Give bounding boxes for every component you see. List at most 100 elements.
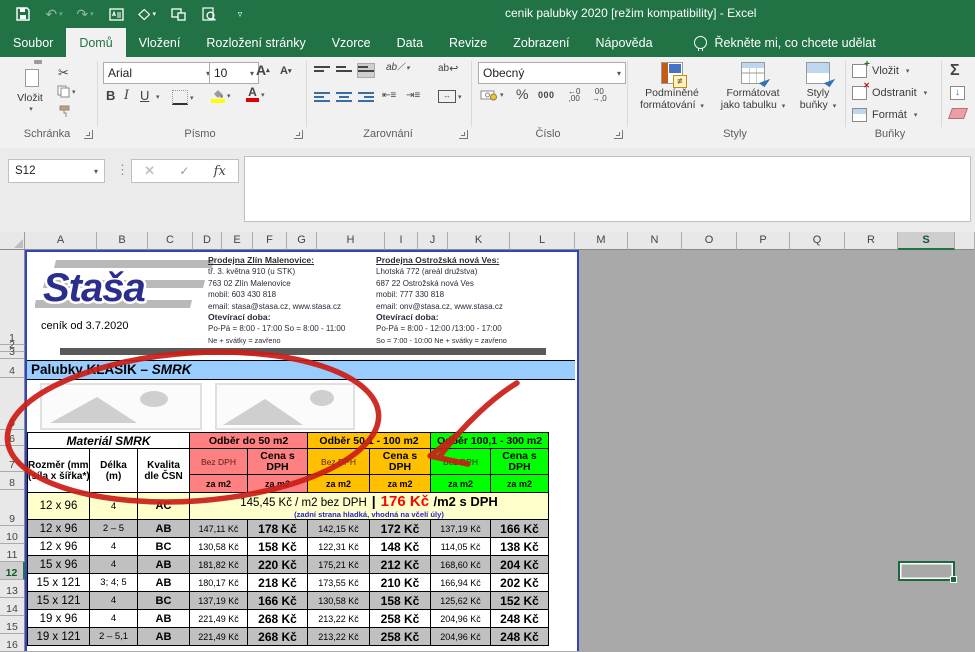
size-column-header[interactable]: Rozměr (mm)(síla x šířka*) <box>28 449 90 493</box>
cell[interactable]: 15 x 96 <box>28 556 90 574</box>
tab-vložení[interactable]: Vložení <box>126 28 194 57</box>
increase-decimal-icon[interactable]: ←0,00 <box>568 88 580 102</box>
cell[interactable]: 2 – 5,1 <box>90 628 138 646</box>
underline-button[interactable]: U <box>140 88 149 103</box>
cell[interactable]: 152 Kč <box>491 592 549 610</box>
cena-s-dph-header[interactable]: Cena sDPH <box>370 449 431 475</box>
align-bottom-icon[interactable] <box>358 64 374 77</box>
increase-indent-icon[interactable]: ⇥≡ <box>406 90 420 101</box>
row-header-8[interactable]: 8 <box>0 472 25 490</box>
row-header-5[interactable]: 5 <box>0 378 25 430</box>
cell[interactable]: 221,49 Kč <box>190 628 248 646</box>
formula-input[interactable] <box>244 156 971 222</box>
column-header-Q[interactable]: Q <box>790 232 845 250</box>
fill-color-icon[interactable]: ▾ <box>210 88 231 103</box>
cell[interactable]: 158 Kč <box>370 592 431 610</box>
za-m2-header[interactable]: za m2 <box>370 475 431 493</box>
cell[interactable]: 4 <box>90 556 138 574</box>
cell[interactable]: AB <box>138 556 190 574</box>
tab-data[interactable]: Data <box>384 28 436 57</box>
decrease-decimal-icon[interactable]: 00→,0 <box>592 88 607 102</box>
column-header-M[interactable]: M <box>575 232 628 250</box>
name-box[interactable]: S12 ▾ <box>8 159 105 183</box>
decrease-font-icon[interactable]: A▾ <box>280 65 291 77</box>
enter-icon[interactable]: ✓ <box>179 164 189 178</box>
cena-s-dph-header[interactable]: Cena sDPH <box>248 449 308 475</box>
column-header-P[interactable]: P <box>737 232 790 250</box>
merge-center-icon[interactable]: ↔▾ <box>438 90 462 103</box>
delete-cells-button[interactable]: Odstranit▾ <box>852 86 927 100</box>
align-center-icon[interactable] <box>336 90 352 103</box>
customize-qat-icon[interactable]: ▿ <box>231 5 249 23</box>
alignment-dialog-launcher[interactable] <box>459 130 468 139</box>
comma-style-icon[interactable]: 000 <box>538 90 555 100</box>
group-header-red[interactable]: Odběr do 50 m2 <box>190 433 308 449</box>
za-m2-header[interactable]: za m2 <box>190 475 248 493</box>
row-header-11[interactable]: 11 <box>0 544 25 562</box>
cell[interactable]: 248 Kč <box>491 610 549 628</box>
cell[interactable]: 181,82 Kč <box>190 556 248 574</box>
tab-vzorce[interactable]: Vzorce <box>319 28 384 57</box>
cell[interactable]: 4 <box>90 610 138 628</box>
group-header-green[interactable]: Odběr 100,1 - 300 m2 <box>431 433 549 449</box>
cell[interactable]: AB <box>138 574 190 592</box>
borders-icon[interactable]: ▾ <box>172 90 194 105</box>
tab-zobrazení[interactable]: Zobrazení <box>500 28 582 57</box>
cell[interactable]: 204,96 Kč <box>431 610 491 628</box>
tab-domů[interactable]: Domů <box>66 28 125 57</box>
cell[interactable]: 142,15 Kč <box>308 520 370 538</box>
row-header-9[interactable]: 9 <box>0 490 25 526</box>
font-size-combo[interactable]: 10▾ <box>209 62 259 84</box>
insert-cells-button[interactable]: Vložit▾ <box>852 64 909 78</box>
paste-button[interactable]: Vložit ▾ <box>8 61 52 116</box>
increase-font-icon[interactable]: A▴ <box>256 62 270 78</box>
cell[interactable]: 213,22 Kč <box>308 628 370 646</box>
za-m2-header[interactable]: za m2 <box>248 475 308 493</box>
cell[interactable]: 137,19 Kč <box>190 592 248 610</box>
underline-dropdown-icon[interactable]: ▾ <box>156 93 160 101</box>
format-cells-button[interactable]: Formát▾ <box>852 108 917 122</box>
cell[interactable]: 19 x 121 <box>28 628 90 646</box>
cell[interactable]: 168,60 Kč <box>431 556 491 574</box>
conditional-formatting-button[interactable]: ≠ Podmíněné formátování ▾ <box>632 60 712 113</box>
cell[interactable]: 3; 4; 5 <box>90 574 138 592</box>
cell[interactable]: AB <box>138 520 190 538</box>
cell[interactable]: 218 Kč <box>248 574 308 592</box>
save-icon[interactable] <box>14 5 32 23</box>
cell[interactable]: AC <box>138 493 190 520</box>
cell[interactable]: 4 <box>90 538 138 556</box>
autosum-icon[interactable]: Σ <box>950 62 960 80</box>
cell[interactable]: 130,58 Kč <box>308 592 370 610</box>
column-header-N[interactable]: N <box>628 232 682 250</box>
row-header-4[interactable]: 4 <box>0 359 25 378</box>
font-color-icon[interactable]: A▾ <box>246 87 265 102</box>
align-right-icon[interactable] <box>358 90 374 103</box>
cancel-icon[interactable]: ✕ <box>144 163 155 179</box>
cell[interactable]: 125,62 Kč <box>431 592 491 610</box>
cell[interactable]: 175,21 Kč <box>308 556 370 574</box>
cell[interactable]: 178 Kč <box>248 520 308 538</box>
row-header-14[interactable]: 14 <box>0 598 25 616</box>
decrease-indent-icon[interactable]: ⇤≡ <box>382 90 396 101</box>
font-name-combo[interactable]: Arial▾ <box>103 62 215 84</box>
switch-windows-icon[interactable] <box>169 5 187 23</box>
clear-icon[interactable] <box>950 108 966 119</box>
cut-icon[interactable]: ✂ <box>58 65 69 81</box>
row-header-12[interactable]: 12 <box>0 562 25 580</box>
row-header-3[interactable]: 3 <box>0 352 25 359</box>
percent-style-icon[interactable]: % <box>516 86 528 102</box>
cell[interactable]: 172 Kč <box>370 520 431 538</box>
cell[interactable]: 166,94 Kč <box>431 574 491 592</box>
cell[interactable]: 15 x 121 <box>28 592 90 610</box>
cell[interactable]: 12 x 96 <box>28 538 90 556</box>
tab-nápověda[interactable]: Nápověda <box>583 28 666 57</box>
cell[interactable]: 221,49 Kč <box>190 610 248 628</box>
length-column-header[interactable]: Délka(m) <box>90 449 138 493</box>
italic-button[interactable]: I <box>124 88 129 103</box>
cell[interactable]: 19 x 96 <box>28 610 90 628</box>
cell[interactable]: 12 x 96 <box>28 493 90 520</box>
cell[interactable]: BC <box>138 592 190 610</box>
undo-icon[interactable]: ↶▾ <box>45 5 63 23</box>
font-dialog-launcher[interactable] <box>294 130 303 139</box>
name-box-dropdown-icon[interactable]: ▾ <box>94 167 98 176</box>
